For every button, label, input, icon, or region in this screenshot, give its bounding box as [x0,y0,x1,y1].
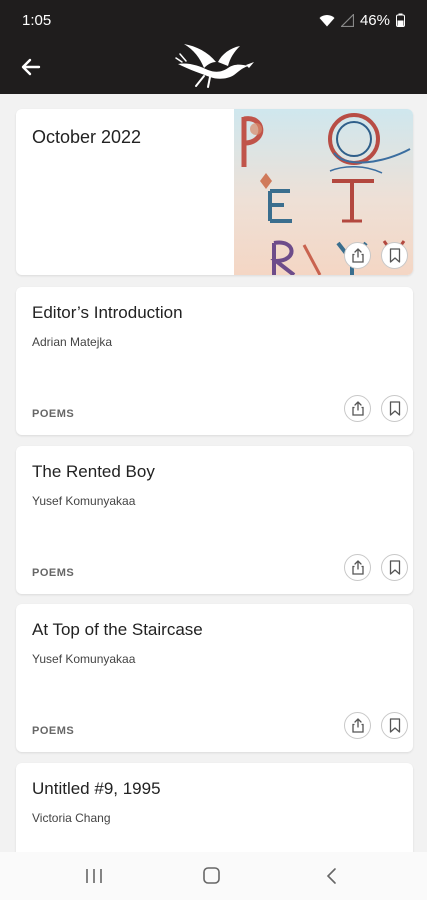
bookmark-icon [389,560,400,575]
article-title: The Rented Boy [32,462,155,481]
bookmark-icon [389,248,400,263]
share-icon [351,718,364,733]
article-category: POEMS [32,725,75,737]
back-icon[interactable] [320,866,344,886]
article-card[interactable]: The Rented Boy Yusef Komunyakaa POEMS [16,446,413,594]
status-bar: 1:05 46% [0,0,427,40]
article-author: Yusef Komunyakaa [32,494,136,508]
article-title: At Top of the Staircase [32,620,203,639]
article-title: Untitled #9, 1995 [32,779,161,798]
app-bar [0,40,427,94]
home-icon[interactable] [200,866,224,886]
content-feed[interactable]: October 2022 Editor’s Introduction Adria… [0,94,427,852]
article-bookmark-button[interactable] [381,395,408,422]
status-icons: 46% [319,12,405,29]
bookmark-icon [389,718,400,733]
article-category: POEMS [32,408,75,420]
issue-bookmark-button[interactable] [381,242,408,269]
battery-percent: 46% [359,11,390,29]
recent-apps-icon[interactable] [82,866,106,886]
article-bookmark-button[interactable] [381,712,408,739]
article-author: Adrian Matejka [32,335,113,349]
article-category: POEMS [32,567,75,579]
arrow-left-icon[interactable] [18,54,44,80]
article-share-button[interactable] [344,554,371,581]
issue-card[interactable]: October 2022 [16,109,413,275]
article-title: Editor’s Introduction [32,303,183,322]
article-share-button[interactable] [344,712,371,739]
share-icon [351,560,364,575]
article-bookmark-button[interactable] [381,554,408,581]
article-share-button[interactable] [344,395,371,422]
article-card[interactable]: At Top of the Staircase Yusef Komunyakaa… [16,604,413,752]
signal-icon [340,13,354,27]
share-icon [351,248,364,263]
article-author: Yusef Komunyakaa [32,652,136,666]
battery-icon [396,13,405,27]
share-icon [351,401,364,416]
issue-share-button[interactable] [344,242,371,269]
article-card[interactable]: Editor’s Introduction Adrian Matejka POE… [16,287,413,435]
bookmark-icon [389,401,400,416]
wifi-icon [319,14,335,26]
article-author: Victoria Chang [32,811,111,825]
status-time: 1:05 [22,11,52,29]
bird-logo [175,44,254,88]
system-nav-bar [0,852,427,900]
article-card[interactable]: Untitled #9, 1995 Victoria Chang [16,763,413,852]
issue-title: October 2022 [32,127,142,147]
